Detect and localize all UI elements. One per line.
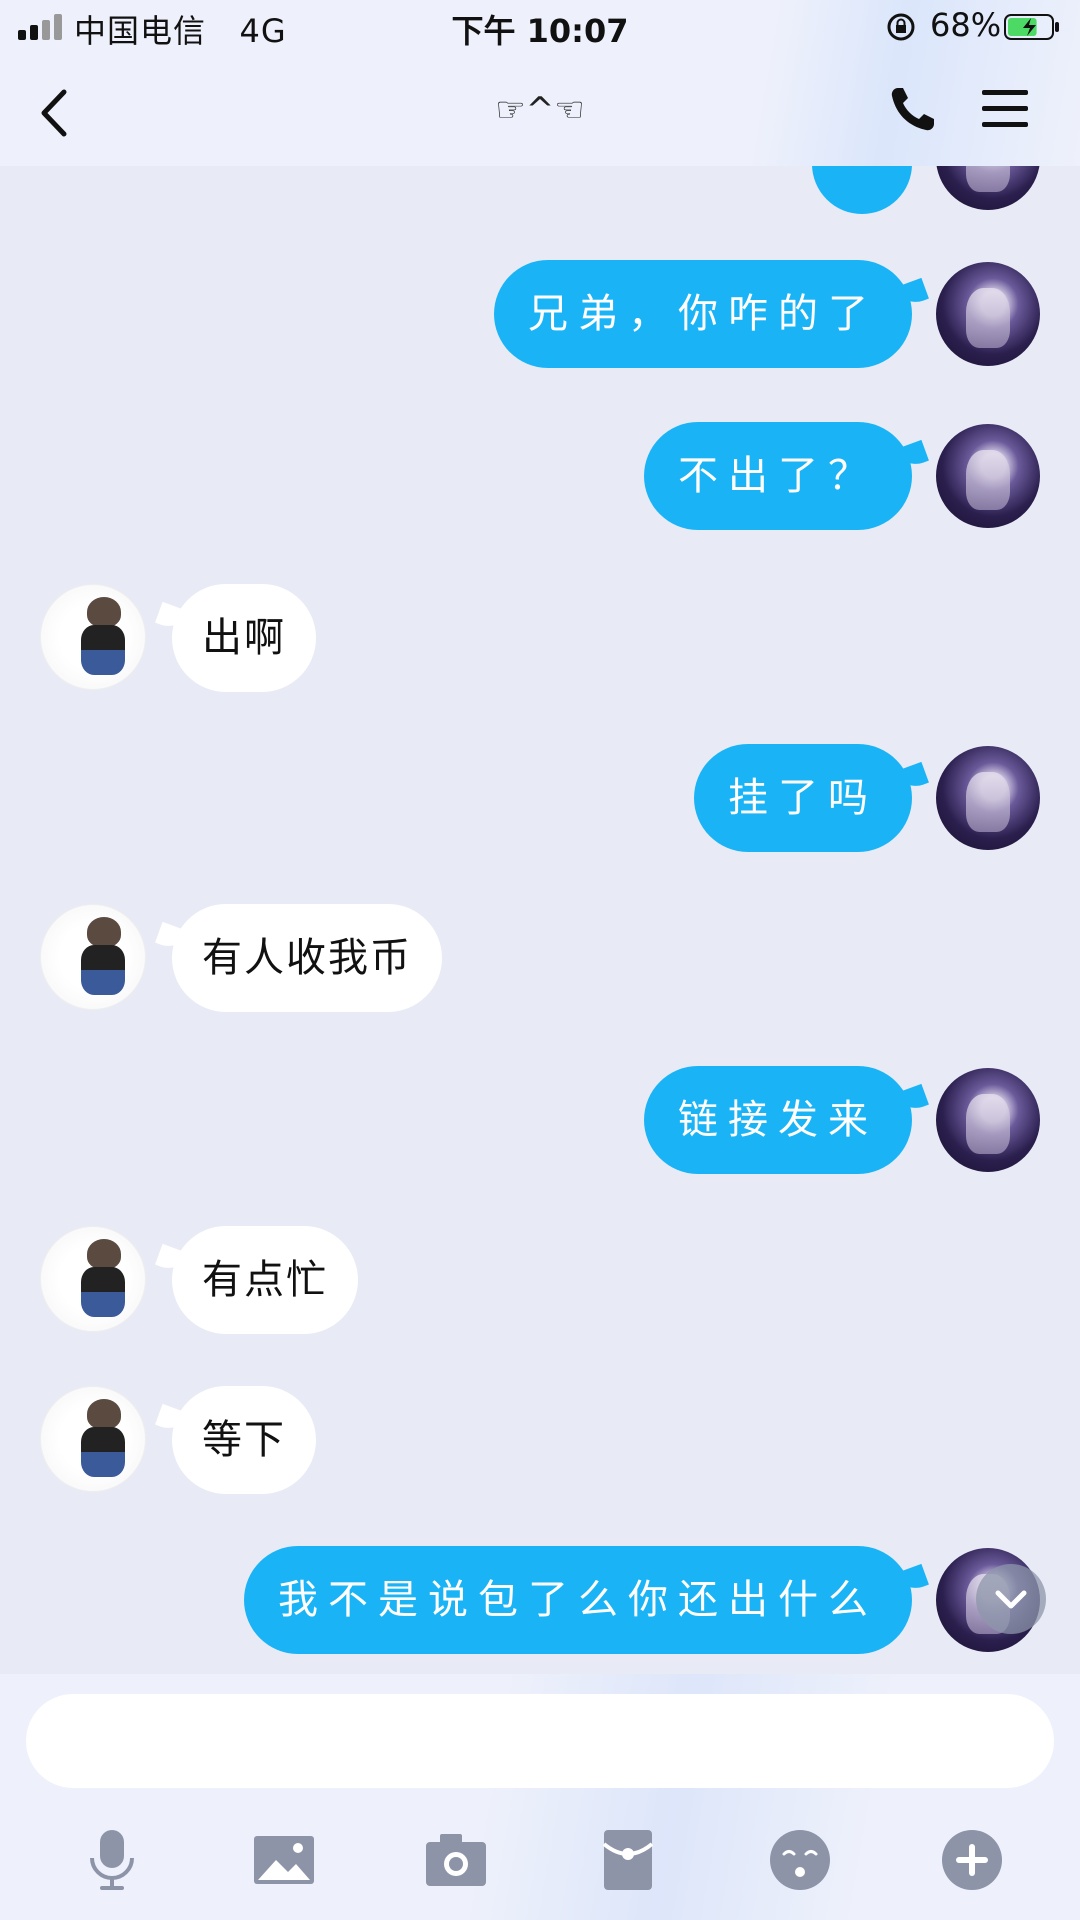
emoji-icon[interactable] — [764, 1824, 836, 1896]
phone-icon[interactable] — [888, 84, 938, 134]
my-avatar[interactable] — [936, 424, 1040, 528]
message-list[interactable]: 兄弟，你咋的了 不出了？ 出啊 挂了吗 有人收我币 链接发来 有点忙 等下 我不… — [0, 166, 1080, 1674]
image-icon[interactable] — [248, 1824, 320, 1896]
camera-icon[interactable] — [420, 1824, 492, 1896]
message-bubble-received[interactable]: 等下 — [172, 1386, 316, 1494]
my-avatar[interactable] — [936, 262, 1040, 366]
message-row: 有点忙 — [0, 1226, 1080, 1336]
nav-bar: ☞^☜ — [0, 56, 1080, 166]
status-time: 下午 10:07 — [451, 12, 629, 50]
menu-icon[interactable] — [980, 86, 1030, 132]
contact-avatar[interactable] — [40, 584, 146, 690]
message-bubble-sent[interactable]: 挂了吗 — [694, 744, 912, 852]
message-bubble-received[interactable]: 有点忙 — [172, 1226, 358, 1334]
message-row: 链接发来 — [0, 1066, 1080, 1176]
message-row: 等下 — [0, 1386, 1080, 1496]
message-bubble-sent[interactable]: 我不是说包了么你还出什么 — [244, 1546, 912, 1654]
message-row: 我不是说包了么你还出什么 — [0, 1546, 1080, 1656]
chevron-down-icon — [995, 1590, 1027, 1609]
contact-avatar[interactable] — [40, 1226, 146, 1332]
red-packet-icon[interactable] — [592, 1824, 664, 1896]
message-bubble-received[interactable]: 出啊 — [172, 584, 316, 692]
message-bubble-sent[interactable]: 兄弟，你咋的了 — [494, 260, 912, 368]
contact-avatar[interactable] — [40, 1386, 146, 1492]
scroll-to-bottom-button[interactable] — [976, 1564, 1046, 1634]
top-bar: 中国电信 4G 下午 10:07 68% ☞^☜ — [0, 0, 1080, 166]
my-avatar[interactable] — [936, 1068, 1040, 1172]
contact-avatar[interactable] — [40, 904, 146, 1010]
message-input[interactable] — [26, 1694, 1054, 1788]
battery-icon — [1004, 14, 1059, 40]
message-bubble-sent[interactable]: 链接发来 — [644, 1066, 912, 1174]
message-row: 不出了？ — [0, 422, 1080, 532]
message-row-partial — [0, 166, 1080, 216]
my-avatar[interactable] — [936, 166, 1040, 210]
my-avatar[interactable] — [936, 746, 1040, 850]
message-bubble-sent[interactable]: 不出了？ — [644, 422, 912, 530]
message-bubble-received[interactable]: 有人收我币 — [172, 904, 442, 1012]
message-row: 挂了吗 — [0, 744, 1080, 854]
message-row: 有人收我币 — [0, 904, 1080, 1014]
message-row: 兄弟，你咋的了 — [0, 260, 1080, 370]
status-bar: 中国电信 4G 下午 10:07 68% — [0, 0, 1080, 56]
microphone-icon[interactable] — [76, 1824, 148, 1896]
plus-icon[interactable] — [936, 1824, 1008, 1896]
message-row: 出啊 — [0, 584, 1080, 694]
rotation-lock-icon — [887, 13, 915, 41]
composer — [0, 1674, 1080, 1920]
message-bubble-partial[interactable] — [812, 166, 912, 214]
battery-percentage: 68% — [930, 6, 1002, 44]
